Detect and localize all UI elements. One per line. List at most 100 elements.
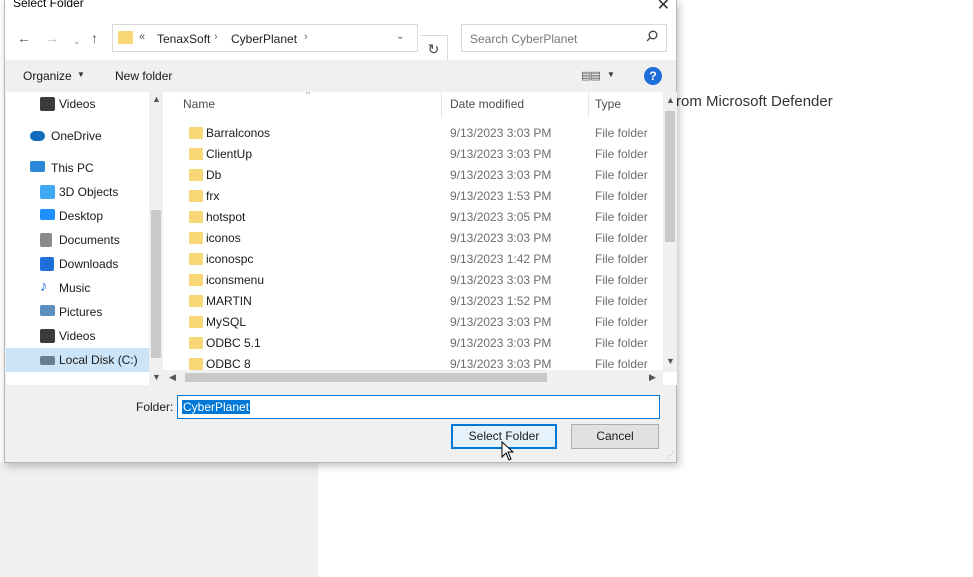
folder-icon [189,358,203,370]
nav-item-music[interactable]: ♪ Music [6,276,149,300]
download-icon [40,257,54,271]
breadcrumb-cyberplanet[interactable]: CyberPlanet [231,32,297,46]
column-divider[interactable] [588,92,589,118]
column-header-type[interactable]: Type [595,97,621,111]
nav-item-label: Local Disk (C:) [59,353,138,367]
file-name: iconsmenu [206,273,265,287]
nav-item-documents[interactable]: Documents [6,228,149,252]
table-row[interactable]: iconos 9/13/2023 3:03 PM File folder [163,228,663,249]
file-name: iconospc [206,252,254,266]
file-name: Db [206,168,222,182]
close-icon[interactable]: ✕ [657,0,670,15]
column-header-date[interactable]: Date modified [450,97,524,111]
nav-item-label: This PC [51,161,94,175]
arrow-left-icon[interactable]: ← [17,30,31,46]
file-type: File folder [595,168,648,182]
table-row[interactable]: MySQL 9/13/2023 3:03 PM File folder [163,312,663,333]
folder-name-input[interactable]: CyberPlanet [177,395,660,419]
file-type: File folder [595,210,648,224]
videos-icon [40,329,55,343]
table-row[interactable]: ClientUp 9/13/2023 3:03 PM File folder [163,144,663,165]
folder-icon [189,274,203,286]
file-date: 9/13/2023 1:53 PM [450,189,552,203]
file-horizontal-scrollbar[interactable]: ◀ ▶ [163,370,663,385]
file-type: File folder [595,147,648,161]
chevron-up-icon[interactable]: ▲ [666,95,675,105]
column-header-name[interactable]: Name [183,97,215,111]
breadcrumb-tenaxsoft[interactable]: TenaxSoft [157,32,210,46]
arrow-right-icon[interactable]: → [45,30,59,46]
background-panel [0,462,318,577]
nav-item-label: Music [59,281,91,295]
table-row[interactable]: iconospc 9/13/2023 1:42 PM File folder [163,249,663,270]
new-folder-button[interactable]: New folder [115,69,172,83]
nav-item-local-disk[interactable]: Local Disk (C:) [6,348,149,372]
folder-icon [189,190,203,202]
chevron-right-icon[interactable]: › [304,31,308,43]
chevron-down-icon[interactable]: ▼ [666,356,675,366]
chevron-right-icon[interactable]: › [214,31,218,43]
command-toolbar: Organize ▼ New folder ▤▤ ▼ ? [5,60,676,92]
chevron-down-icon[interactable]: ▼ [152,372,161,382]
nav-item-this-pc[interactable]: This PC [6,156,149,180]
column-divider[interactable] [441,92,442,118]
desktop-icon [40,209,55,220]
caret-down-icon[interactable]: ▼ [607,70,615,79]
organize-button[interactable]: Organize [23,69,72,83]
caret-down-icon[interactable]: ▼ [77,70,85,79]
nav-item-label: Videos [59,97,96,111]
table-row[interactable]: MARTIN 9/13/2023 1:52 PM File folder [163,291,663,312]
nav-item-onedrive[interactable]: OneDrive [6,124,149,148]
nav-item-label: Downloads [59,257,119,271]
nav-vertical-scrollbar[interactable]: ▲ ▼ [149,92,163,385]
table-row[interactable]: hotspot 9/13/2023 3:05 PM File folder [163,207,663,228]
file-name: MARTIN [206,294,252,308]
music-icon: ♪ [40,278,48,295]
chevron-down-icon[interactable]: ⌄ [73,33,81,49]
folder-icon [189,148,203,160]
file-name: frx [206,189,220,203]
help-icon[interactable]: ? [644,67,662,85]
chevron-down-icon[interactable]: ⌄ [396,31,404,42]
table-row[interactable]: Barralconos 9/13/2023 3:03 PM File folder [163,123,663,144]
resize-grip-icon[interactable]: ⋰ [666,451,674,460]
scrollbar-thumb[interactable] [665,111,675,242]
table-row[interactable]: Db 9/13/2023 3:03 PM File folder [163,165,663,186]
search-input[interactable]: Search CyberPlanet [461,24,667,52]
nav-item-3d-objects[interactable]: 3D Objects [6,180,149,204]
nav-item-videos[interactable]: Videos [6,92,149,116]
chevron-right-icon[interactable]: ▶ [649,372,656,383]
background-notice-text: rom Microsoft Defender [676,93,833,110]
search-icon[interactable] [646,30,658,42]
computer-icon [30,161,45,172]
view-options-icon[interactable]: ▤▤ [581,69,601,82]
arrow-up-icon[interactable]: ↑ [91,30,98,46]
file-name: iconos [206,231,241,245]
address-bar[interactable]: « TenaxSoft › CyberPlanet › ⌄ ↻ [112,24,448,63]
folder-name-value: CyberPlanet [182,400,251,414]
file-date: 9/13/2023 3:03 PM [450,315,552,329]
folder-icon [118,31,133,44]
file-date: 9/13/2023 3:03 PM [450,231,552,245]
table-row[interactable]: iconsmenu 9/13/2023 3:03 PM File folder [163,270,663,291]
file-name: hotspot [206,210,246,224]
scrollbar-thumb[interactable] [151,210,161,358]
file-name: Barralconos [206,126,271,140]
chevron-left-icon[interactable]: ◀ [169,372,176,383]
navigation-pane: Videos OneDrive This PC 3D Objects Deskt… [6,92,163,385]
file-type: File folder [595,357,648,371]
table-row[interactable]: frx 9/13/2023 1:53 PM File folder [163,186,663,207]
table-row[interactable]: ODBC 5.1 9/13/2023 3:03 PM File folder [163,333,663,354]
nav-item-desktop[interactable]: Desktop [6,204,149,228]
nav-item-videos[interactable]: Videos [6,324,149,348]
nav-item-pictures[interactable]: Pictures [6,300,149,324]
nav-item-downloads[interactable]: Downloads [6,252,149,276]
file-vertical-scrollbar[interactable]: ▲ ▼ [663,92,677,372]
chevron-up-icon[interactable]: ▲ [152,94,161,104]
refresh-icon[interactable]: ↻ [420,35,448,63]
file-type: File folder [595,273,648,287]
breadcrumb-overflow[interactable]: « [139,31,145,43]
folder-icon [189,337,203,349]
scrollbar-thumb[interactable] [185,373,547,382]
cancel-button[interactable]: Cancel [571,424,659,449]
